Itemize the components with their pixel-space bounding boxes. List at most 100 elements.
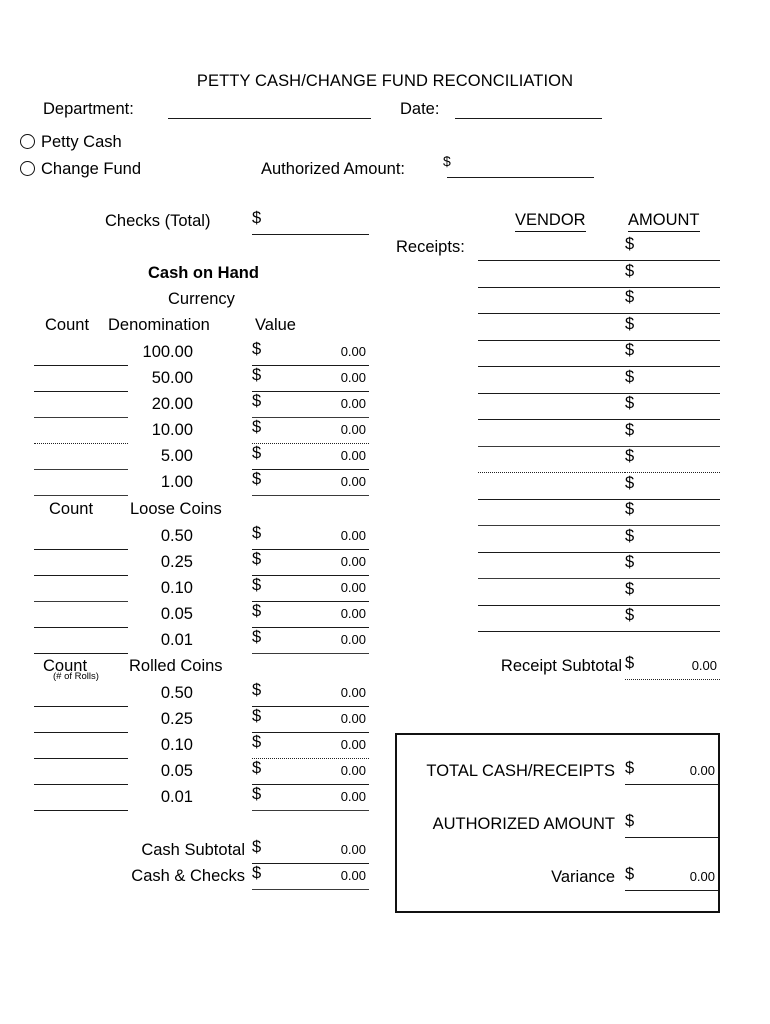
receipt-amount-field[interactable]: $	[625, 527, 720, 553]
receipt-amount-field[interactable]: $	[625, 448, 720, 473]
receipt-vendor-input[interactable]	[478, 260, 625, 261]
value-underline	[252, 810, 369, 811]
rolled-count-input-5c[interactable]	[34, 784, 128, 785]
loose-count-input-1c[interactable]	[34, 653, 128, 654]
count-input-1[interactable]	[34, 495, 128, 496]
value-field-50[interactable]: $ 0.00	[252, 367, 369, 392]
loose-count-input-25c[interactable]	[34, 575, 128, 576]
cash-subtotal-field[interactable]: $ 0.00	[252, 839, 369, 864]
loose-value-field-1c[interactable]: $ 0.00	[252, 629, 369, 654]
receipt-vendor-input[interactable]	[478, 339, 625, 341]
receipt-vendor-input[interactable]	[478, 445, 625, 447]
radio-petty-cash[interactable]	[20, 134, 35, 149]
date-input[interactable]	[455, 118, 602, 119]
value-amount: 0.00	[340, 396, 366, 411]
value-field-10[interactable]: $ 0.00	[252, 419, 369, 444]
receipt-amount-field[interactable]: $	[625, 607, 720, 632]
loose-coins-count-header: Count	[49, 500, 94, 518]
loose-count-input-50c[interactable]	[34, 549, 128, 550]
count-input-100[interactable]	[34, 365, 128, 366]
count-input-10[interactable]	[34, 443, 128, 444]
receipt-vendor-input[interactable]	[478, 525, 625, 526]
receipt-amount-field[interactable]: $	[625, 421, 720, 447]
loose-value-field-5c[interactable]: $ 0.00	[252, 603, 369, 628]
rolled-count-input-25c[interactable]	[34, 732, 128, 733]
currency-symbol: $	[625, 759, 635, 777]
receipt-vendor-input[interactable]	[478, 551, 625, 553]
receipt-amount-field[interactable]: $	[625, 342, 720, 367]
value-amount: 0.00	[340, 528, 366, 543]
total-cash-receipts-field[interactable]: $ 0.00	[625, 760, 718, 785]
value-underline	[252, 601, 369, 602]
receipt-amount-field[interactable]: $	[625, 395, 720, 420]
rolled-value-field-10c[interactable]: $ 0.00	[252, 734, 369, 759]
value-underline	[252, 417, 369, 418]
rolled-value-field-1c[interactable]: $ 0.00	[252, 786, 369, 811]
variance-field[interactable]: $ 0.00	[625, 866, 718, 891]
rolled-value-field-50c[interactable]: $ 0.00	[252, 682, 369, 707]
receipt-amount-field[interactable]: $	[625, 580, 720, 606]
currency-symbol: $	[252, 550, 262, 568]
value-field-5[interactable]: $ 0.00	[252, 445, 369, 470]
rolled-count-input-1c[interactable]	[34, 810, 128, 811]
denomination-100: 100.00	[142, 343, 193, 361]
receipt-vendor-input[interactable]	[478, 286, 625, 288]
rolled-coins-count-sublabel: (# of Rolls)	[53, 671, 99, 682]
loose-denomination-1c: 0.01	[160, 631, 193, 649]
receipt-amount-field[interactable]: $	[625, 501, 720, 526]
rolled-value-field-5c[interactable]: $ 0.00	[252, 760, 369, 785]
currency-symbol: $	[625, 473, 635, 492]
currency-symbol: $	[252, 340, 262, 358]
count-input-50[interactable]	[34, 391, 128, 392]
loose-coins-heading: Loose Coins	[130, 500, 222, 518]
receipt-amount-field[interactable]: $	[625, 315, 720, 341]
rolled-count-input-50c[interactable]	[34, 706, 128, 707]
checks-total-field[interactable]: $	[252, 210, 369, 235]
receipt-vendor-input[interactable]	[478, 313, 625, 314]
receipt-amount-field[interactable]: $	[625, 554, 720, 579]
radio-change-fund[interactable]	[20, 161, 35, 176]
receipt-vendor-input[interactable]	[478, 604, 625, 606]
rolled-count-input-10c[interactable]	[34, 758, 128, 759]
value-field-20[interactable]: $ 0.00	[252, 393, 369, 418]
department-input[interactable]	[168, 118, 371, 119]
receipt-amount-field[interactable]: $	[625, 368, 720, 394]
loose-value-field-25c[interactable]: $ 0.00	[252, 551, 369, 576]
authorized-amount-summary-field[interactable]: $	[625, 813, 718, 838]
count-input-20[interactable]	[34, 417, 128, 418]
receipt-amount-underline	[625, 472, 720, 473]
receipts-label: Receipts:	[396, 238, 465, 256]
rolled-value-field-25c[interactable]: $ 0.00	[252, 708, 369, 733]
receipt-amount-field[interactable]: $	[625, 262, 720, 288]
loose-value-field-50c[interactable]: $ 0.00	[252, 525, 369, 550]
checks-total-underline	[252, 234, 369, 235]
currency-symbol: $	[252, 602, 262, 620]
receipt-subtotal-field[interactable]: $ 0.00	[625, 655, 720, 680]
count-input-5[interactable]	[34, 469, 128, 470]
authorized-amount-input[interactable]	[447, 177, 594, 178]
receipt-amount-field[interactable]: $	[625, 236, 720, 261]
receipt-vendor-input[interactable]	[478, 578, 625, 579]
receipt-amount-underline	[625, 286, 720, 288]
currency-count-header: Count	[45, 316, 90, 334]
receipt-vendor-input[interactable]	[478, 498, 625, 500]
loose-count-input-5c[interactable]	[34, 627, 128, 628]
value-amount: 0.00	[340, 632, 366, 647]
value-field-1[interactable]: $ 0.00	[252, 471, 369, 496]
receipt-vendor-input[interactable]	[478, 366, 625, 367]
loose-denomination-25c: 0.25	[160, 553, 193, 571]
value-amount: 0.00	[340, 474, 366, 489]
receipt-vendor-input[interactable]	[478, 419, 625, 420]
value-underline	[252, 627, 369, 628]
receipt-amount-field[interactable]: $	[625, 289, 720, 314]
total-cash-receipts-underline	[625, 784, 718, 785]
loose-value-field-10c[interactable]: $ 0.00	[252, 577, 369, 602]
receipt-amount-field[interactable]: $	[625, 473, 720, 500]
receipt-vendor-input[interactable]	[478, 472, 625, 473]
receipt-vendor-input[interactable]	[478, 631, 625, 632]
cash-and-checks-field[interactable]: $ 0.00	[252, 865, 369, 890]
value-field-100[interactable]: $ 0.00	[252, 341, 369, 366]
receipt-vendor-input[interactable]	[478, 392, 625, 394]
cash-on-hand-heading: Cash on Hand	[148, 264, 259, 282]
loose-count-input-10c[interactable]	[34, 601, 128, 602]
